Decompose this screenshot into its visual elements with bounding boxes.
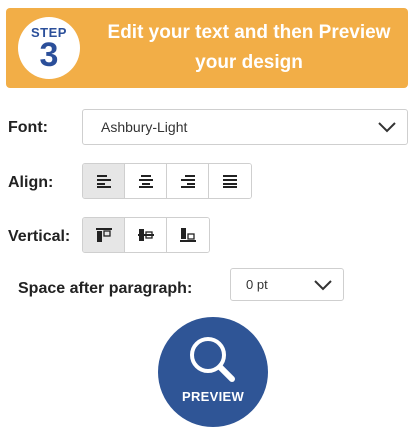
preview-label: PREVIEW [181, 389, 245, 404]
step-instructions-line2: your design [195, 52, 303, 73]
align-left-icon [96, 175, 111, 188]
font-select-value: Ashbury-Light [101, 119, 188, 135]
vertical-label: Vertical: [8, 228, 71, 245]
vertical-top-button[interactable] [83, 218, 125, 252]
chevron-down-icon [378, 122, 396, 133]
chevron-down-icon [314, 280, 332, 291]
align-center-button[interactable] [125, 164, 167, 198]
font-label: Font: [8, 119, 48, 136]
step-number: 3 [39, 35, 59, 74]
vertical-top-icon [95, 228, 112, 242]
vertical-middle-icon [137, 229, 154, 241]
space-after-label: Space after paragraph: [18, 280, 193, 297]
align-justify-button[interactable] [209, 164, 251, 198]
step-badge: STEP 3 [18, 17, 80, 79]
vertical-bottom-button[interactable] [167, 218, 209, 252]
step-instructions: Edit your text and then Preview your des… [92, 18, 406, 78]
vertical-bottom-icon [180, 228, 196, 242]
step-instructions-line1: Edit your text and then Preview [107, 22, 391, 43]
align-label: Align: [8, 174, 54, 191]
font-select[interactable]: Ashbury-Light [82, 109, 408, 145]
vertical-middle-button[interactable] [125, 218, 167, 252]
align-button-group [82, 163, 252, 199]
space-after-select[interactable]: 0 pt [230, 268, 344, 301]
step-banner: STEP 3 Edit your text and then Preview y… [6, 8, 408, 88]
align-left-button[interactable] [83, 164, 125, 198]
preview-button[interactable]: PREVIEW [158, 317, 268, 427]
align-justify-icon [223, 175, 237, 188]
align-center-icon [138, 175, 153, 188]
magnifier-icon [190, 337, 235, 382]
align-right-button[interactable] [167, 164, 209, 198]
align-right-icon [180, 175, 195, 188]
space-after-value: 0 pt [246, 277, 268, 292]
vertical-button-group [82, 217, 210, 253]
